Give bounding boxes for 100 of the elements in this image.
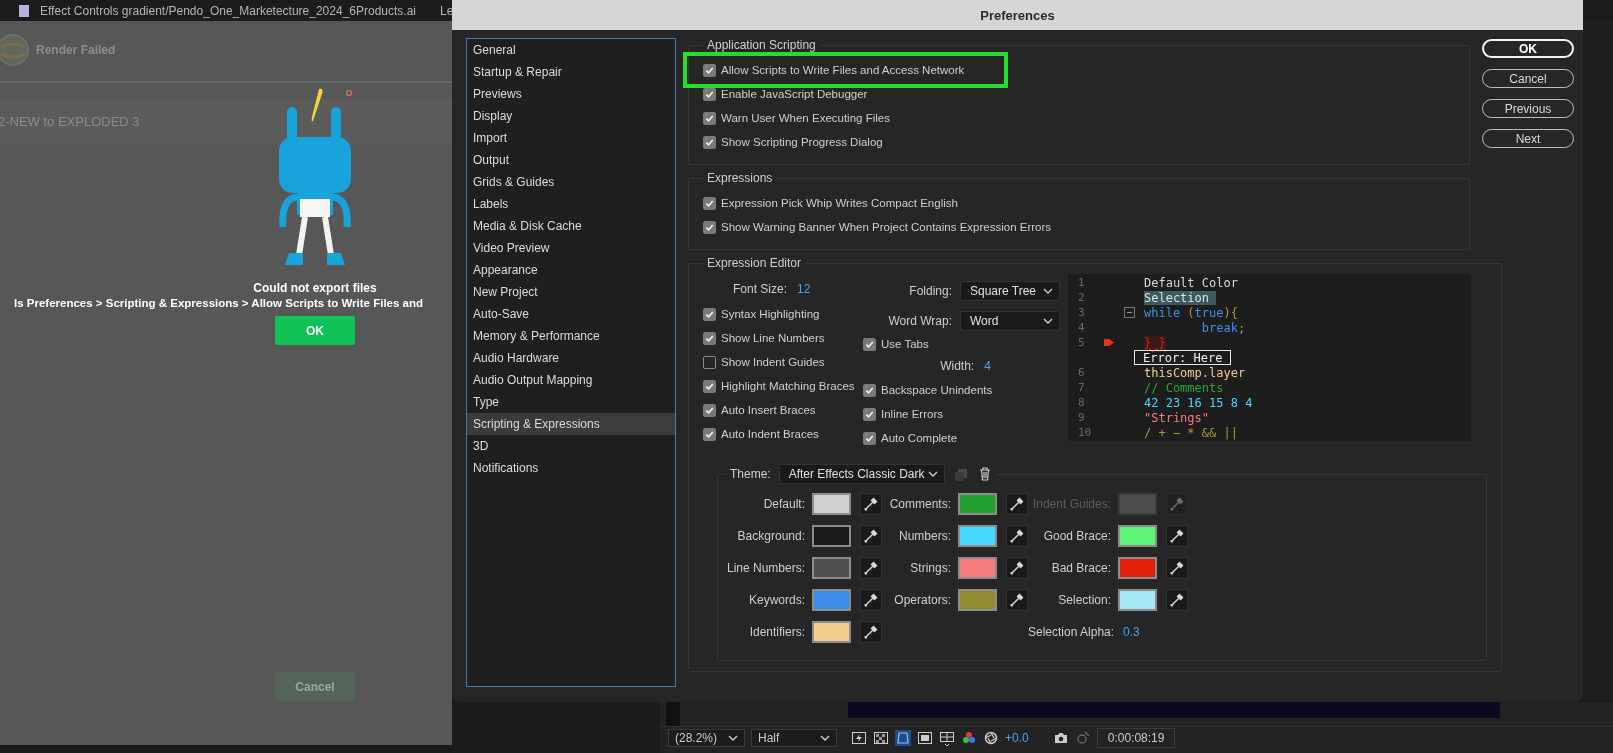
field-label: Indent Guides:: [1031, 497, 1111, 511]
timecode[interactable]: 0:00:08:19: [1096, 728, 1176, 748]
dialog-button[interactable]: Next: [1482, 129, 1574, 148]
caret-icon: [820, 735, 830, 741]
font-size-value[interactable]: 12: [797, 282, 811, 296]
checkbox[interactable]: Auto Insert Braces: [703, 398, 816, 422]
sidebar-item[interactable]: Type: [467, 391, 675, 413]
eyedropper-button[interactable]: [1006, 525, 1028, 547]
field-label: Default:: [762, 497, 805, 511]
sidebar-item[interactable]: Audio Output Mapping: [467, 369, 675, 391]
eyedropper-button[interactable]: [1006, 557, 1028, 579]
checkbox[interactable]: Show Scripting Progress Dialog: [703, 130, 883, 154]
checkbox[interactable]: Show Line Numbers: [703, 326, 825, 350]
color-swatch[interactable]: [812, 493, 851, 515]
color-swatch[interactable]: [958, 557, 997, 579]
checkbox[interactable]: Expression Pick Whip Writes Compact English: [703, 191, 958, 215]
color-swatch[interactable]: [958, 589, 997, 611]
eyedropper-button[interactable]: [1006, 493, 1028, 515]
checkbox[interactable]: Auto Indent Braces: [703, 422, 819, 446]
resolution-dropdown[interactable]: Half: [751, 729, 837, 747]
color-swatch[interactable]: [812, 589, 851, 611]
snapshot-icon[interactable]: [1074, 730, 1091, 746]
eyedropper-button[interactable]: [1166, 557, 1188, 579]
checkbox[interactable]: Use Tabs: [863, 332, 929, 356]
eyedropper-button[interactable]: [1166, 525, 1188, 547]
color-swatch[interactable]: [1118, 525, 1157, 547]
exposure-value[interactable]: +0.0: [1005, 731, 1029, 745]
checkbox[interactable]: Inline Errors: [863, 402, 943, 426]
checkbox[interactable]: Auto Complete: [863, 426, 958, 450]
camera-icon[interactable]: [1052, 730, 1069, 746]
bolt-icon[interactable]: [851, 730, 867, 746]
eyedropper-button[interactable]: [860, 525, 882, 547]
eyedropper-button[interactable]: [860, 557, 882, 579]
checkbox[interactable]: Syntax Highlighting: [703, 302, 820, 326]
sidebar-item[interactable]: Appearance: [467, 259, 675, 281]
sidebar-item[interactable]: Startup & Repair: [467, 61, 675, 83]
zoom-dropdown[interactable]: (28.2%): [668, 729, 745, 747]
eyedropper-button[interactable]: [860, 493, 882, 515]
dialog-button[interactable]: Cancel: [1482, 69, 1574, 88]
dialog-button[interactable]: Previous: [1482, 99, 1574, 118]
fold-icon[interactable]: [1124, 307, 1135, 318]
dialog-button[interactable]: OK: [1482, 39, 1574, 58]
sidebar-item[interactable]: New Project: [467, 281, 675, 303]
inline-error: Error: Here: [1134, 350, 1232, 365]
tab-width-value[interactable]: 4: [984, 359, 991, 373]
sidebar-item[interactable]: Import: [467, 127, 675, 149]
line-number: 2: [1077, 291, 1086, 304]
checkbox[interactable]: Enable JavaScript Debugger: [703, 82, 868, 106]
alpha-value[interactable]: 0.3: [1123, 625, 1140, 639]
line-number: 7: [1077, 381, 1086, 394]
line-number: 3: [1077, 306, 1086, 319]
line-number: 5: [1077, 336, 1086, 349]
grid-icon[interactable]: [939, 730, 955, 746]
sidebar-item[interactable]: Scripting & Expressions: [467, 413, 675, 435]
eyedropper-button[interactable]: [860, 621, 882, 643]
folding-dropdown[interactable]: Square Tree: [960, 281, 1060, 301]
checkbox[interactable]: Show Warning Banner When Project Contains Expression Errors: [703, 215, 1052, 239]
code-line: 42 23 16 15 8 4: [1144, 395, 1253, 410]
word-wrap-dropdown[interactable]: Word: [960, 311, 1060, 331]
field-label: Line Numbers:: [726, 561, 805, 575]
color-swatch[interactable]: [1118, 589, 1157, 611]
rectangle-icon[interactable]: [917, 730, 933, 746]
color-dots-icon[interactable]: [961, 730, 977, 746]
group-title: Expression Editor: [706, 256, 803, 270]
color-swatch[interactable]: [958, 493, 997, 515]
line-number: 1: [1077, 276, 1086, 289]
line-number: 4: [1077, 321, 1086, 334]
checkbox[interactable]: Backspace Unindents: [863, 378, 993, 402]
eyedropper-button[interactable]: [1166, 589, 1188, 611]
eyedropper-button[interactable]: [1006, 589, 1028, 611]
sidebar-item[interactable]: Video Preview: [467, 237, 675, 259]
sidebar-item[interactable]: Audio Hardware: [467, 347, 675, 369]
color-swatch[interactable]: [958, 525, 997, 547]
mask-path-icon[interactable]: [895, 730, 911, 746]
sidebar-item[interactable]: Display: [467, 105, 675, 127]
eyedropper-button[interactable]: [860, 589, 882, 611]
sidebar-item[interactable]: 3D: [467, 435, 675, 457]
sidebar-item[interactable]: Labels: [467, 193, 675, 215]
color-swatch[interactable]: [1118, 557, 1157, 579]
field-label: Bad Brace:: [1050, 561, 1111, 575]
sidebar-item[interactable]: Previews: [467, 83, 675, 105]
checkbox[interactable]: Allow Scripts to Write Files and Access Network: [703, 58, 965, 82]
sidebar-item[interactable]: Output: [467, 149, 675, 171]
panel-title[interactable]: Effect Controls gradient/Pendo_One_Marketecture_2024_6Products.ai: [40, 3, 416, 18]
checkerboard-icon[interactable]: [873, 730, 889, 746]
sidebar-item[interactable]: Media & Disk Cache: [467, 215, 675, 237]
checkbox[interactable]: Warn User When Executing Files: [703, 106, 890, 130]
sidebar-item[interactable]: Grids & Guides: [467, 171, 675, 193]
code-line: Default Color: [1144, 275, 1238, 290]
sidebar-item[interactable]: General: [467, 39, 675, 61]
sidebar-item[interactable]: Memory & Performance: [467, 325, 675, 347]
sidebar-item[interactable]: Notifications: [467, 457, 675, 479]
color-swatch[interactable]: [812, 621, 851, 643]
checkbox[interactable]: Show Indent Guides: [703, 350, 825, 374]
aperture-icon[interactable]: [983, 730, 999, 746]
color-swatch[interactable]: [812, 525, 851, 547]
theme-dropdown[interactable]: After Effects Classic Dark: [778, 464, 945, 484]
sidebar-item[interactable]: Auto-Save: [467, 303, 675, 325]
checkbox[interactable]: Highlight Matching Braces: [703, 374, 855, 398]
color-swatch[interactable]: [812, 557, 851, 579]
